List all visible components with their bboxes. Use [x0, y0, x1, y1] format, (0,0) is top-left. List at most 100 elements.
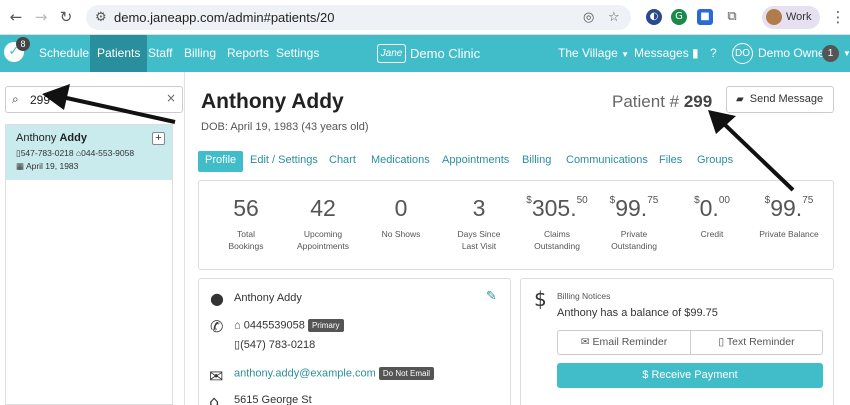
- stat-label: Upcoming Appointments: [283, 228, 363, 252]
- jane-logo: Jane: [377, 44, 406, 63]
- patient-name-heading: Anthony Addy: [201, 90, 344, 113]
- add-patient-icon[interactable]: +: [152, 132, 165, 145]
- patient-number: Patient # 299: [612, 92, 712, 112]
- help-link[interactable]: ?: [710, 35, 717, 72]
- menu-kebab-icon[interactable]: ⋮: [830, 9, 846, 25]
- stat-cents: 50: [576, 195, 588, 206]
- nav-billing[interactable]: Billing: [184, 35, 216, 72]
- tab-chart[interactable]: Chart: [329, 151, 356, 172]
- patient-search-field[interactable]: ⌕ 299 ×: [5, 86, 183, 113]
- stat-label-line1: Private Balance: [759, 229, 819, 239]
- email-link[interactable]: anthony.addy@example.com: [234, 367, 376, 379]
- stat-item: 0 No Shows: [361, 195, 441, 240]
- tab-groups[interactable]: Groups: [697, 151, 733, 172]
- contact-panel: ● Anthony Addy ✎ ✆ ⌂ 0445539058 Primary …: [198, 278, 511, 405]
- eye-off-icon[interactable]: ◎: [583, 10, 594, 25]
- clear-search-icon[interactable]: ×: [166, 91, 176, 105]
- tab-communications[interactable]: Communications: [566, 151, 648, 172]
- extension-1-icon[interactable]: ◐: [646, 9, 662, 25]
- person-icon: ●: [210, 289, 224, 308]
- messages-link[interactable]: Messages ▮: [634, 35, 699, 72]
- url-text: demo.janeapp.com/admin#patients/20: [114, 10, 335, 25]
- tab-medications[interactable]: Medications: [371, 151, 430, 172]
- user-name[interactable]: Demo Owner: [758, 35, 829, 72]
- stat-label: Days Since Last Visit: [439, 228, 519, 252]
- tab-edit-settings[interactable]: Edit / Settings: [250, 151, 318, 172]
- stat-label: Private Balance: [749, 228, 829, 240]
- notification-badge: 8: [16, 37, 30, 51]
- tab-appointments[interactable]: Appointments: [442, 151, 509, 172]
- patient-result-card[interactable]: Anthony Addy + ▯547-783-0218 ⌂044-553-90…: [6, 125, 172, 180]
- forward-icon[interactable]: →: [33, 9, 49, 25]
- contact-name: Anthony Addy: [234, 292, 302, 304]
- billing-notice-text: Anthony has a balance of $99.75: [557, 307, 718, 319]
- stat-label: Claims Outstanding: [517, 228, 597, 252]
- stat-item: $99.75 Private Balance: [749, 195, 829, 240]
- grammarly-icon[interactable]: G: [671, 9, 687, 25]
- stat-label-line1: Claims: [544, 229, 570, 239]
- search-results-list: Anthony Addy + ▯547-783-0218 ⌂044-553-90…: [5, 124, 173, 405]
- arrowhead-patient-number: [708, 110, 736, 134]
- home-icon: ⌂: [234, 319, 241, 332]
- stat-label-line1: No Shows: [381, 229, 421, 239]
- text-reminder-button[interactable]: ▯ Text Reminder: [690, 330, 823, 355]
- calendar-icon: ▦: [16, 161, 25, 171]
- stat-label-line1: Upcoming: [303, 229, 343, 239]
- stat-label: Private Outstanding: [594, 228, 674, 252]
- receive-payment-button[interactable]: $ Receive Payment: [557, 363, 823, 388]
- reload-icon[interactable]: ↻: [58, 9, 74, 25]
- nav-reports[interactable]: Reports: [227, 35, 269, 72]
- extension-3-icon[interactable]: ■: [697, 9, 713, 25]
- email-reminder-button[interactable]: ✉ Email Reminder: [557, 330, 690, 355]
- site-info-icon[interactable]: ⚙: [95, 10, 107, 25]
- address-bar[interactable]: ⚙ demo.janeapp.com/admin#patients/20 ◎ ☆: [86, 5, 631, 30]
- user-avatar[interactable]: DO: [732, 43, 753, 64]
- stat-value: 0: [361, 195, 441, 222]
- back-icon[interactable]: ←: [8, 9, 24, 25]
- messages-label: Messages: [634, 46, 689, 60]
- stat-item: $0.00 Credit: [672, 195, 752, 240]
- patient-stats-panel: 56 Total Bookings 42 Upcoming Appointments 0 No…: [198, 180, 834, 270]
- contact-address: 5615 George St: [234, 394, 312, 405]
- stat-item: $305.50 Claims Outstanding: [517, 195, 597, 252]
- stat-number: 99.: [770, 195, 803, 221]
- stat-label-line2: Last Visit: [461, 241, 497, 251]
- stat-label-line2: Outstanding: [534, 241, 580, 251]
- send-message-button[interactable]: ▰ Send Message: [726, 86, 834, 113]
- nav-patients[interactable]: Patients: [90, 35, 148, 72]
- stat-value: $305.50: [517, 195, 597, 222]
- edit-pencil-icon[interactable]: ✎: [486, 289, 497, 304]
- stat-number: 3: [472, 195, 486, 221]
- home-phone-value: 0445539058: [243, 319, 305, 332]
- stat-value: $99.75: [749, 195, 829, 222]
- email-reminder-label: Email Reminder: [592, 336, 668, 348]
- patient-card-name: Anthony Addy: [16, 132, 87, 144]
- house-icon: ⌂: [209, 392, 220, 405]
- bookmark-star-icon[interactable]: ☆: [608, 10, 620, 25]
- profile-chip[interactable]: Work: [762, 6, 820, 29]
- clinic-name: Demo Clinic: [410, 46, 481, 61]
- tab-profile[interactable]: Profile: [198, 151, 244, 172]
- stat-label: No Shows: [361, 228, 441, 240]
- stat-cents: 75: [647, 195, 659, 206]
- caret-down-icon[interactable]: ▼: [843, 35, 850, 72]
- contact-email: anthony.addy@example.com Do Not Email: [234, 367, 435, 380]
- primary-badge: Primary: [307, 319, 344, 332]
- stat-item: 42 Upcoming Appointments: [283, 195, 363, 252]
- patient-card-dob: ▦ April 19, 1983: [16, 161, 78, 172]
- stat-label: Credit: [672, 228, 752, 240]
- tab-files[interactable]: Files: [659, 151, 682, 172]
- location-dropdown[interactable]: The Village ▼: [558, 35, 629, 72]
- stat-number: 99.: [615, 195, 648, 221]
- stat-label-line2: Outstanding: [611, 241, 657, 251]
- puzzle-icon[interactable]: ⧉: [724, 9, 740, 25]
- chat-icon: ▮: [692, 46, 699, 60]
- nav-staff[interactable]: Staff: [148, 35, 172, 72]
- tab-billing[interactable]: Billing: [522, 151, 551, 172]
- patient-number-label: Patient #: [612, 92, 680, 111]
- stat-item: 56 Total Bookings: [206, 195, 286, 252]
- nav-schedule[interactable]: Schedule: [39, 35, 89, 72]
- billing-notices-panel: $ Billing Notices Anthony has a balance …: [520, 278, 834, 405]
- search-input-value[interactable]: 299: [30, 93, 50, 107]
- nav-settings[interactable]: Settings: [276, 35, 319, 72]
